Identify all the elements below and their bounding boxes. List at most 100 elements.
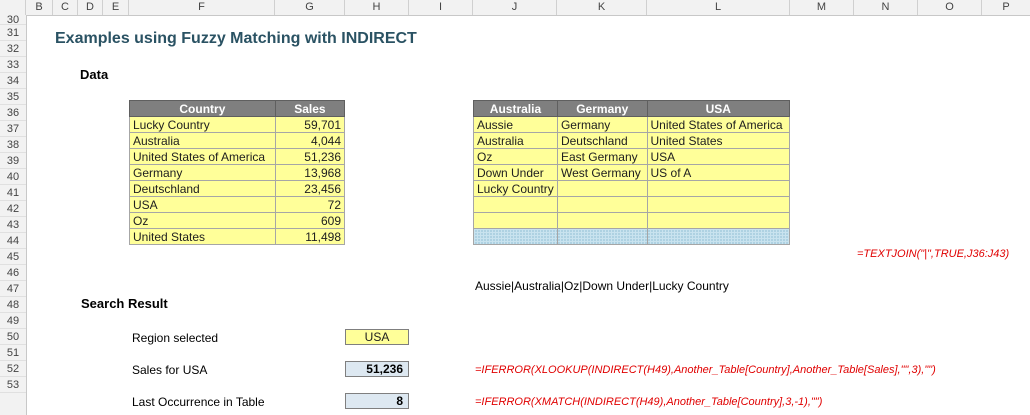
sales-cell[interactable]: 23,456 xyxy=(274,180,346,197)
germany-alias-cell[interactable]: East Germany xyxy=(556,148,648,165)
australia-alias-cell[interactable]: Oz xyxy=(473,148,558,165)
sales-cell[interactable]: 13,968 xyxy=(274,164,346,181)
australia-alias-cell[interactable]: Down Under xyxy=(473,164,558,181)
country-cell[interactable]: USA xyxy=(129,196,276,213)
column-header-b[interactable]: B xyxy=(26,0,53,15)
row-header[interactable]: 31 xyxy=(0,25,26,41)
row-header[interactable]: 49 xyxy=(0,313,26,329)
row-header[interactable]: 52 xyxy=(0,361,26,377)
germany-alias-cell[interactable] xyxy=(556,212,648,229)
australia-alias-cell[interactable]: Aussie xyxy=(473,116,558,133)
germany-alias-cell[interactable] xyxy=(556,180,648,197)
column-header-m[interactable]: M xyxy=(790,0,854,15)
sales-result-cell[interactable]: 51,236 xyxy=(345,361,409,377)
hatched-cell[interactable] xyxy=(473,228,558,245)
hatched-cell[interactable] xyxy=(646,228,791,245)
column-header-j[interactable]: J xyxy=(473,0,557,15)
usa-alias-cell[interactable]: US of A xyxy=(646,164,791,181)
germany-alias-cell[interactable]: West Germany xyxy=(556,164,648,181)
column-header-l[interactable]: L xyxy=(647,0,790,15)
row-header[interactable]: 53 xyxy=(0,377,26,393)
table-row: United States 11,498 xyxy=(129,228,346,245)
last-occurrence-label: Last Occurrence in Table xyxy=(132,395,265,409)
sales-cell[interactable]: 59,701 xyxy=(274,116,346,133)
country-cell[interactable]: United States xyxy=(129,228,276,245)
sales-cell[interactable]: 11,498 xyxy=(274,228,346,245)
hatched-cell[interactable] xyxy=(556,228,648,245)
country-cell[interactable]: Australia xyxy=(129,132,276,149)
column-header-australia[interactable]: Australia xyxy=(473,100,558,117)
usa-alias-cell[interactable] xyxy=(646,180,791,197)
germany-alias-cell[interactable]: Deutschland xyxy=(556,132,648,149)
usa-alias-cell[interactable]: United States xyxy=(646,132,791,149)
germany-alias-cell[interactable]: Germany xyxy=(556,116,648,133)
germany-alias-cell[interactable] xyxy=(556,196,648,213)
data-heading: Data xyxy=(80,67,109,82)
row-header[interactable]: 40 xyxy=(0,169,26,185)
usa-alias-cell[interactable] xyxy=(646,196,791,213)
column-header-e[interactable]: E xyxy=(103,0,129,15)
row-header[interactable]: 34 xyxy=(0,73,26,89)
table-row: Lucky Country xyxy=(473,180,791,197)
row-header[interactable]: 41 xyxy=(0,185,26,201)
row-header[interactable]: 47 xyxy=(0,281,26,297)
row-header[interactable]: 46 xyxy=(0,265,26,281)
column-header-o[interactable]: O xyxy=(918,0,982,15)
column-header-p[interactable]: P xyxy=(982,0,1030,15)
row-header[interactable]: 38 xyxy=(0,137,26,153)
row-header[interactable]: 33 xyxy=(0,57,26,73)
table-row xyxy=(473,196,791,213)
column-header-sales[interactable]: Sales xyxy=(274,100,346,117)
row-header[interactable]: 51 xyxy=(0,345,26,361)
column-header-usa[interactable]: USA xyxy=(646,100,791,117)
australia-alias-cell[interactable]: Lucky Country xyxy=(473,180,558,197)
australia-alias-cell[interactable]: Australia xyxy=(473,132,558,149)
row-header[interactable]: 37 xyxy=(0,121,26,137)
table-row: Oz 609 xyxy=(129,212,346,229)
row-header[interactable]: 42 xyxy=(0,201,26,217)
country-cell[interactable]: Lucky Country xyxy=(129,116,276,133)
column-header-country[interactable]: Country xyxy=(129,100,276,117)
sales-cell[interactable]: 72 xyxy=(274,196,346,213)
row-header[interactable]: 43 xyxy=(0,217,26,233)
row-header[interactable]: 36 xyxy=(0,105,26,121)
country-cell[interactable]: United States of America xyxy=(129,148,276,165)
sales-cell[interactable]: 51,236 xyxy=(274,148,346,165)
usa-alias-cell[interactable]: USA xyxy=(646,148,791,165)
column-header-i[interactable]: I xyxy=(409,0,473,15)
region-select-cell[interactable]: USA xyxy=(345,329,409,345)
last-occurrence-cell[interactable]: 8 xyxy=(345,393,409,409)
row-header[interactable]: 48 xyxy=(0,297,26,313)
row-header[interactable]: 30 xyxy=(0,15,26,26)
row-header[interactable]: 39 xyxy=(0,153,26,169)
search-result-heading: Search Result xyxy=(81,296,168,311)
row-header[interactable]: 44 xyxy=(0,233,26,249)
country-cell[interactable]: Oz xyxy=(129,212,276,229)
table-row: United States of America 51,236 xyxy=(129,148,346,165)
textjoin-result[interactable]: Aussie|Australia|Oz|Down Under|Lucky Cou… xyxy=(475,279,729,293)
row-header[interactable]: 50 xyxy=(0,329,26,345)
column-header-g[interactable]: G xyxy=(275,0,345,15)
usa-alias-cell[interactable]: United States of America xyxy=(646,116,791,133)
row-header-bar: 30 31 32 33 34 35 36 37 38 39 40 41 42 4… xyxy=(0,15,27,415)
row-header[interactable]: 45 xyxy=(0,249,26,265)
column-header-germany[interactable]: Germany xyxy=(556,100,648,117)
sales-cell[interactable]: 609 xyxy=(274,212,346,229)
column-header-d[interactable]: D xyxy=(78,0,103,15)
table-row: USA 72 xyxy=(129,196,346,213)
country-cell[interactable]: Deutschland xyxy=(129,180,276,197)
column-header-k[interactable]: K xyxy=(557,0,647,15)
australia-alias-cell[interactable] xyxy=(473,212,558,229)
row-header[interactable]: 32 xyxy=(0,41,26,57)
column-header-h[interactable]: H xyxy=(345,0,409,15)
column-header-c[interactable]: C xyxy=(53,0,78,15)
australia-alias-cell[interactable] xyxy=(473,196,558,213)
sales-cell[interactable]: 4,044 xyxy=(274,132,346,149)
country-cell[interactable]: Germany xyxy=(129,164,276,181)
row-header[interactable]: 35 xyxy=(0,89,26,105)
column-header-f[interactable]: F xyxy=(129,0,275,15)
usa-alias-cell[interactable] xyxy=(646,212,791,229)
column-header-n[interactable]: N xyxy=(854,0,918,15)
select-all-corner[interactable] xyxy=(0,0,26,15)
table-row: Down Under West Germany US of A xyxy=(473,164,791,181)
